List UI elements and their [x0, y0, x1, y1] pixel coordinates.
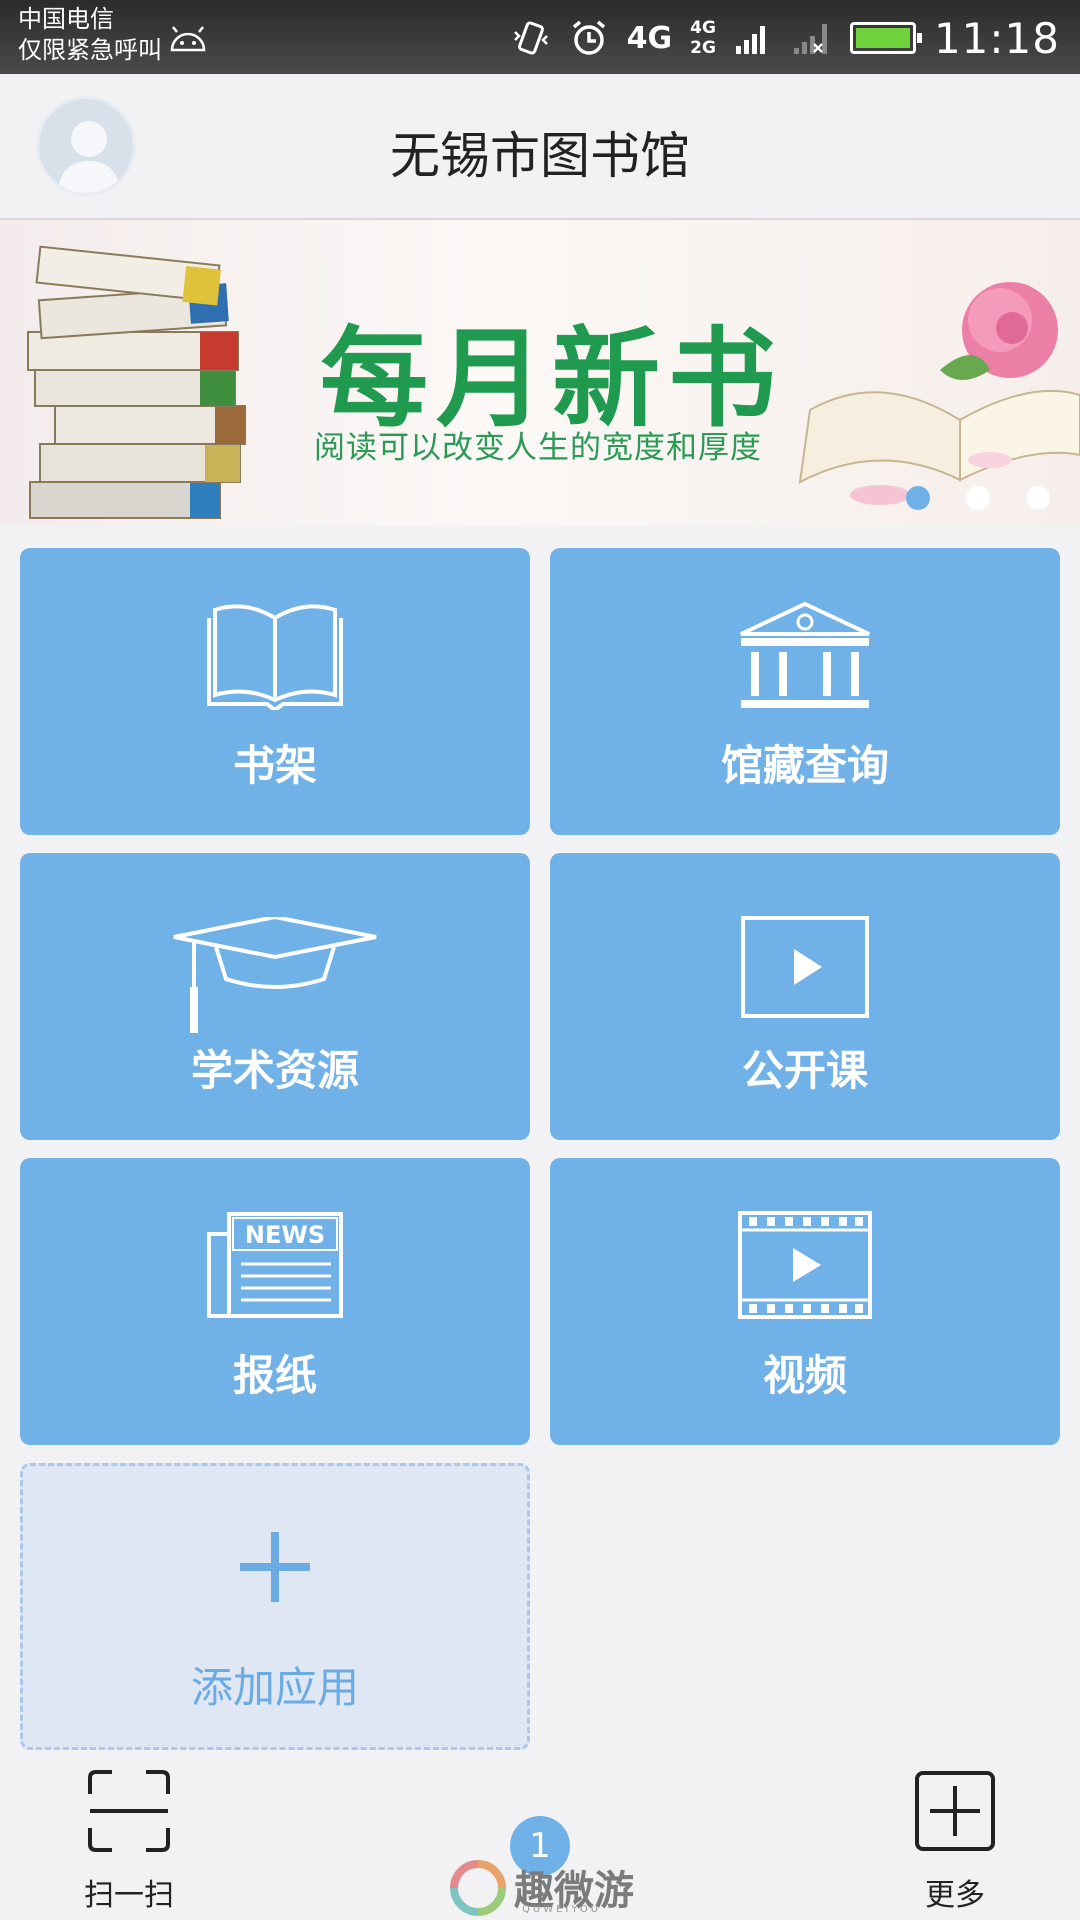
- watermark-subtext: QUWEIYOU: [522, 1904, 602, 1915]
- tile-video[interactable]: 视频: [550, 1158, 1060, 1445]
- network-2g-label: 2G: [690, 38, 716, 58]
- carousel-dot[interactable]: [966, 486, 990, 510]
- page-title: 无锡市图书馆: [390, 127, 690, 185]
- scan-button[interactable]: 扫一扫: [74, 1770, 184, 1914]
- banner-carousel[interactable]: 每月新书 阅读可以改变人生的宽度和厚度: [0, 220, 1080, 526]
- tile-bookshelf[interactable]: 书架: [20, 548, 530, 835]
- watermark: 趣微游 QUWEIYOU: [448, 1856, 638, 1920]
- emergency-only-text: 仅限紧急呼叫: [18, 36, 162, 64]
- app-header: 无锡市图书馆: [0, 74, 1080, 220]
- film-strip-icon: [738, 1211, 872, 1319]
- plus-icon: [240, 1532, 310, 1602]
- tile-label: 馆藏查询: [720, 741, 889, 790]
- add-app-button[interactable]: 添加应用: [20, 1463, 530, 1750]
- book-stack-icon: [27, 245, 246, 519]
- carousel-dot[interactable]: [1026, 486, 1050, 510]
- vibrate-icon: [513, 21, 548, 55]
- carrier-name: 中国电信: [18, 5, 114, 33]
- more-button[interactable]: 更多: [900, 1770, 1010, 1914]
- carousel-dot-active[interactable]: [906, 486, 930, 510]
- open-book-icon: [207, 604, 343, 710]
- graduation-cap-icon: [173, 917, 377, 1033]
- tile-open-course[interactable]: 公开课: [550, 853, 1060, 1140]
- open-book-flower-icon: [798, 282, 1080, 505]
- status-bar: 中国电信 仅限紧急呼叫 4G 4G 2G 11:18: [0, 0, 1080, 74]
- tile-academic-resources[interactable]: 学术资源: [20, 853, 530, 1140]
- network-4g-label: 4G: [690, 18, 716, 38]
- network-4g-indicator: 4G: [626, 20, 673, 56]
- scan-label: 扫一扫: [84, 1878, 174, 1913]
- no-signal-icon: [793, 24, 827, 54]
- library-building-icon: [740, 601, 870, 708]
- tile-label: 视频: [762, 1351, 847, 1400]
- tile-label: 公开课: [741, 1046, 868, 1095]
- scan-icon: [88, 1770, 170, 1852]
- clock: 11:18: [933, 13, 1060, 63]
- newspaper-icon: NEWS: [207, 1212, 343, 1318]
- carousel-indicator: [906, 486, 1050, 510]
- tile-label: 报纸: [232, 1351, 317, 1400]
- banner-subtitle: 阅读可以改变人生的宽度和厚度: [314, 430, 762, 466]
- tile-newspaper[interactable]: NEWS 报纸: [20, 1158, 530, 1445]
- add-app-label: 添加应用: [190, 1663, 359, 1712]
- android-icon: [170, 26, 206, 52]
- watermark-logo-icon: [450, 1860, 506, 1916]
- signal-icon: [735, 26, 765, 54]
- more-label: 更多: [925, 1878, 985, 1913]
- network-dual-indicator: 4G 2G: [690, 18, 716, 58]
- tile-label: 书架: [232, 741, 317, 790]
- add-more-icon: [915, 1771, 995, 1851]
- newspaper-icon-text: NEWS: [245, 1221, 325, 1249]
- play-screen-icon: [741, 916, 869, 1018]
- alarm-icon: [572, 20, 605, 55]
- tile-collection-search[interactable]: 馆藏查询: [550, 548, 1060, 835]
- carrier-info: 中国电信 仅限紧急呼叫: [18, 4, 162, 66]
- tile-label: 学术资源: [190, 1046, 359, 1095]
- battery-icon: [849, 22, 922, 54]
